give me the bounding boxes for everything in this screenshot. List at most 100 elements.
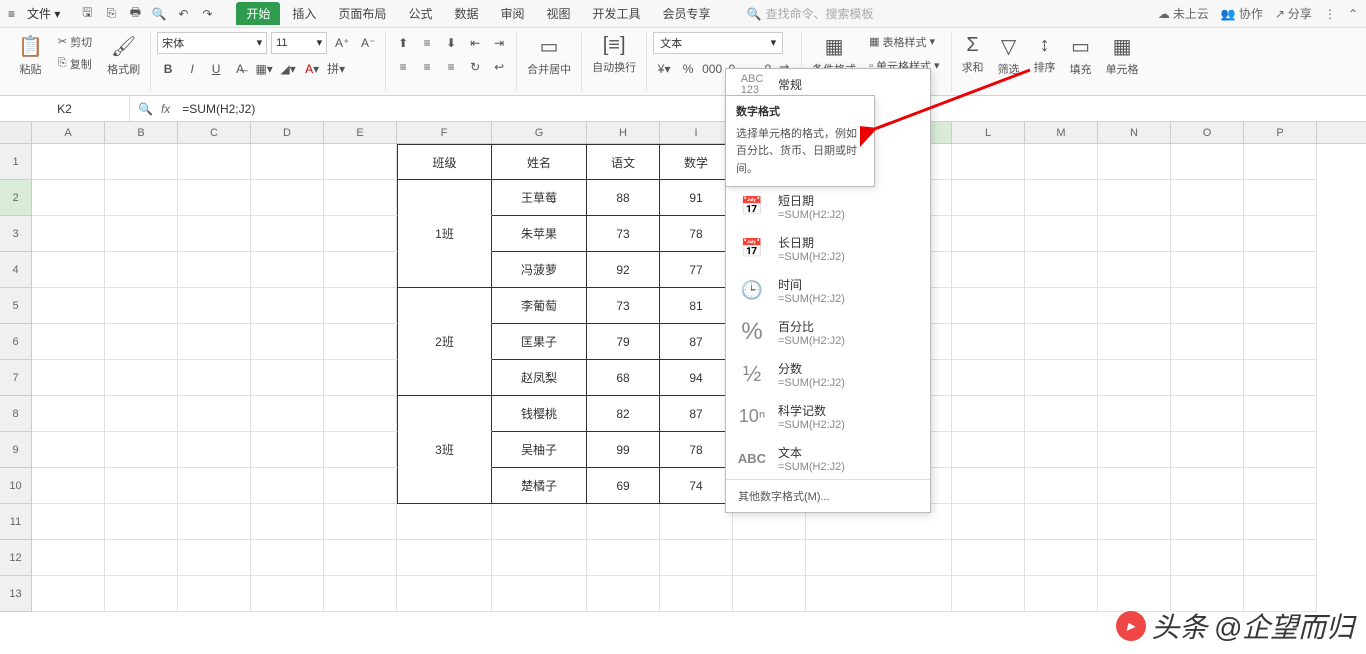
cell-F11[interactable] (397, 504, 492, 540)
decrease-font-icon[interactable]: A⁻ (357, 32, 379, 54)
cell-E7[interactable] (324, 360, 397, 396)
cell-C3[interactable] (178, 216, 251, 252)
format-option-文本[interactable]: ABC文本=SUM(H2:J2) (726, 437, 930, 479)
align-middle[interactable]: ≡ (416, 32, 438, 54)
cell-G12[interactable] (492, 540, 587, 576)
cell-A7[interactable] (32, 360, 105, 396)
cell-E13[interactable] (324, 576, 397, 612)
fill-color-button[interactable]: ◢▾ (277, 58, 299, 80)
row-header-10[interactable]: 10 (0, 468, 32, 504)
save-as-icon[interactable]: ⎘ (102, 5, 120, 23)
cell-M1[interactable] (1025, 144, 1098, 180)
cell-F10[interactable] (397, 468, 492, 504)
cell-L8[interactable] (952, 396, 1025, 432)
cell-G11[interactable] (492, 504, 587, 540)
cell-P6[interactable] (1244, 324, 1317, 360)
col-header-C[interactable]: C (178, 122, 251, 143)
cell-H8[interactable]: 82 (587, 396, 660, 432)
cell-B8[interactable] (105, 396, 178, 432)
cell-N1[interactable] (1098, 144, 1171, 180)
cell-L7[interactable] (952, 360, 1025, 396)
tab-视图[interactable]: 视图 (536, 2, 580, 25)
cell-M10[interactable] (1025, 468, 1098, 504)
cell-I11[interactable] (660, 504, 733, 540)
cell-G3[interactable]: 朱苹果 (492, 216, 587, 252)
cell-A12[interactable] (32, 540, 105, 576)
sort-button[interactable]: ↕排序 (1030, 32, 1060, 79)
cell-L4[interactable] (952, 252, 1025, 288)
cell-O11[interactable] (1171, 504, 1244, 540)
cell-C9[interactable] (178, 432, 251, 468)
cell-C1[interactable] (178, 144, 251, 180)
cell-P10[interactable] (1244, 468, 1317, 504)
cell-I3[interactable]: 78 (660, 216, 733, 252)
cell-I10[interactable]: 74 (660, 468, 733, 504)
cell-H6[interactable]: 79 (587, 324, 660, 360)
cell-M4[interactable] (1025, 252, 1098, 288)
cell-N12[interactable] (1098, 540, 1171, 576)
cell-I13[interactable] (660, 576, 733, 612)
col-header-N[interactable]: N (1098, 122, 1171, 143)
cell-K12[interactable] (806, 540, 952, 576)
number-format-select[interactable]: 文本▾ (653, 32, 783, 54)
cell-I7[interactable]: 94 (660, 360, 733, 396)
format-option-分数[interactable]: ½分数=SUM(H2:J2) (726, 353, 930, 395)
cell-F13[interactable] (397, 576, 492, 612)
cell-E8[interactable] (324, 396, 397, 432)
cell-B9[interactable] (105, 432, 178, 468)
cell-G7[interactable]: 赵凤梨 (492, 360, 587, 396)
cell-N10[interactable] (1098, 468, 1171, 504)
tab-会员专享[interactable]: 会员专享 (653, 2, 721, 25)
row-header-1[interactable]: 1 (0, 144, 32, 180)
cell-C11[interactable] (178, 504, 251, 540)
row-header-6[interactable]: 6 (0, 324, 32, 360)
col-header-F[interactable]: F (397, 122, 492, 143)
tab-审阅[interactable]: 审阅 (490, 2, 534, 25)
align-right[interactable]: ≡ (440, 56, 462, 78)
cell-C13[interactable] (178, 576, 251, 612)
cell-N6[interactable] (1098, 324, 1171, 360)
cell-A5[interactable] (32, 288, 105, 324)
cell-B10[interactable] (105, 468, 178, 504)
cell-O3[interactable] (1171, 216, 1244, 252)
cell-K13[interactable] (806, 576, 952, 612)
cell-D12[interactable] (251, 540, 324, 576)
cell-B2[interactable] (105, 180, 178, 216)
cell-H13[interactable] (587, 576, 660, 612)
undo-icon[interactable]: ↶ (174, 5, 192, 23)
cell-E11[interactable] (324, 504, 397, 540)
cell-N9[interactable] (1098, 432, 1171, 468)
cell-N3[interactable] (1098, 216, 1171, 252)
cell-D3[interactable] (251, 216, 324, 252)
cell-A1[interactable] (32, 144, 105, 180)
cell-D4[interactable] (251, 252, 324, 288)
cell-L1[interactable] (952, 144, 1025, 180)
auto-wrap-button[interactable]: [≡]自动换行 (588, 32, 640, 77)
format-painter-button[interactable]: 🖌格式刷 (103, 32, 144, 79)
cell-H5[interactable]: 73 (587, 288, 660, 324)
cell-C5[interactable] (178, 288, 251, 324)
cell-N4[interactable] (1098, 252, 1171, 288)
cell-D1[interactable] (251, 144, 324, 180)
row-header-2[interactable]: 2 (0, 180, 32, 216)
cell-M8[interactable] (1025, 396, 1098, 432)
increase-font-icon[interactable]: A⁺ (331, 32, 353, 54)
format-option-长日期[interactable]: 📅长日期=SUM(H2:J2) (726, 227, 930, 269)
cell-L11[interactable] (952, 504, 1025, 540)
cell-E12[interactable] (324, 540, 397, 576)
cell-F3[interactable]: 1班 (397, 216, 492, 252)
cell-M6[interactable] (1025, 324, 1098, 360)
cell-B6[interactable] (105, 324, 178, 360)
cell-C7[interactable] (178, 360, 251, 396)
cell-D13[interactable] (251, 576, 324, 612)
cell-E1[interactable] (324, 144, 397, 180)
more-icon[interactable]: ⋮ (1324, 7, 1336, 21)
row-header-13[interactable]: 13 (0, 576, 32, 612)
cell-A2[interactable] (32, 180, 105, 216)
cell-M11[interactable] (1025, 504, 1098, 540)
percent-button[interactable]: % (677, 58, 699, 80)
strike-button[interactable]: A̶ (229, 58, 251, 80)
cell-M5[interactable] (1025, 288, 1098, 324)
font-color-button[interactable]: A▾ (301, 58, 323, 80)
cell-B3[interactable] (105, 216, 178, 252)
